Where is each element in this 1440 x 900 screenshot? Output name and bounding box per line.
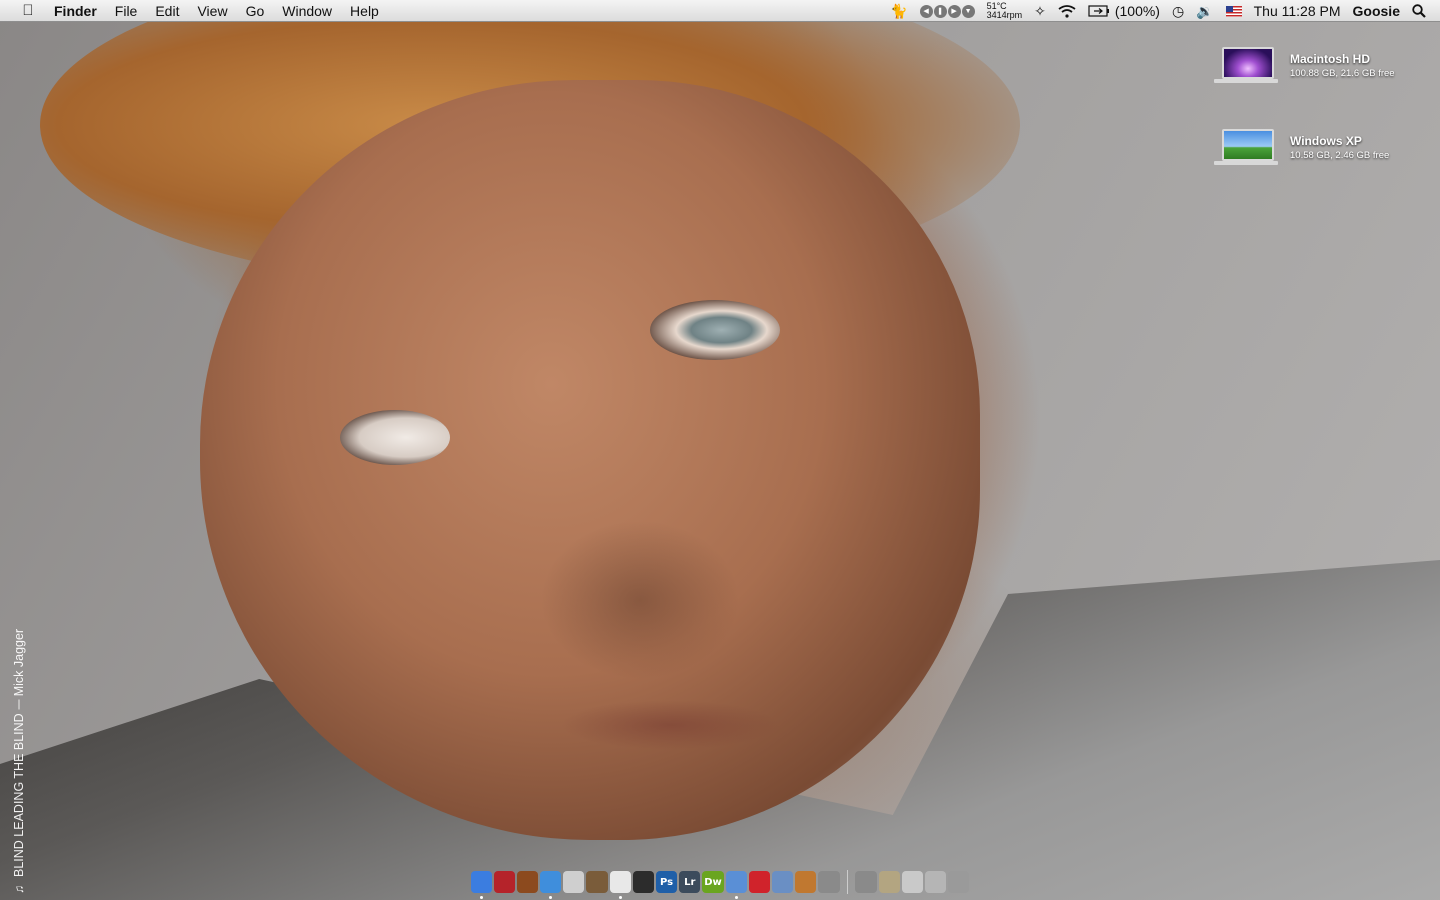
menu-clock[interactable]: Thu 11:28 PM (1248, 0, 1347, 22)
wallpaper-mouth (560, 700, 780, 750)
itunes-icon[interactable] (725, 871, 747, 899)
now-playing-widget: ♫ BLIND LEADING THE BLIND Mick Jagger (8, 574, 26, 894)
drive-name: Windows XP (1290, 134, 1362, 148)
temperature-monitor[interactable]: 51°C 3414rpm (981, 2, 1029, 20)
dreamweaver-icon[interactable]: Dw (702, 871, 724, 893)
menu-view[interactable]: View (188, 0, 236, 22)
lightroom-icon[interactable]: Lr (679, 871, 701, 893)
time-machine-icon[interactable]: ◷ (1166, 0, 1190, 22)
next-track-icon[interactable]: ▶ (947, 4, 961, 18)
applications-folder-icon[interactable] (901, 871, 924, 893)
itunes-menu-icon[interactable]: ▼ (961, 4, 975, 18)
fan-speed-value: 3414rpm (986, 10, 1023, 20)
adium-status-icon[interactable]: 🐈 (884, 0, 913, 22)
bluetooth-icon[interactable]: ✧ (1028, 0, 1052, 22)
xcode-icon[interactable] (771, 871, 794, 893)
wallpaper-eye-right (650, 300, 780, 360)
itunes-controls[interactable]: ◀ ❚ ▶ ▼ (914, 4, 981, 18)
aperture-icon[interactable] (632, 871, 654, 893)
battery-indicator[interactable]: (100%) (1082, 0, 1166, 22)
finder-icon[interactable] (470, 871, 492, 899)
safari-icon[interactable] (540, 871, 562, 899)
drive-info: 100.88 GB, 21.6 GB free (1290, 68, 1395, 79)
trash-icon[interactable] (948, 871, 970, 893)
hard-drive-icon (1214, 47, 1278, 83)
menu-bar:  Finder File Edit View Go Window Help 🐈… (0, 0, 1440, 22)
menu-app-name[interactable]: Finder (52, 0, 106, 22)
menu-edit[interactable]: Edit (146, 0, 188, 22)
dock: Ps Lr Dw (470, 864, 970, 900)
status-menus: 🐈 ◀ ❚ ▶ ▼ 51°C 3414rpm ✧ (100%) ◷ 🔉 Thu … (884, 0, 1440, 22)
now-playing-track: BLIND LEADING THE BLIND (12, 713, 26, 877)
battery-icon (1088, 5, 1109, 17)
printer-icon[interactable] (925, 871, 947, 893)
wifi-icon[interactable] (1052, 0, 1082, 22)
flickr-uploadr-icon[interactable] (609, 871, 631, 899)
now-playing-separator (18, 699, 20, 710)
adium-icon[interactable] (516, 871, 539, 893)
previous-track-icon[interactable]: ◀ (919, 4, 933, 18)
battery-percent: (100%) (1114, 3, 1160, 19)
growl-icon[interactable] (563, 871, 585, 893)
drive-macintosh-hd[interactable]: Macintosh HD 100.88 GB, 21.6 GB free (1214, 47, 1424, 87)
drive-windows-xp[interactable]: Windows XP 10.58 GB, 2.46 GB free (1214, 129, 1424, 169)
volume-icon[interactable]: 🔉 (1190, 0, 1219, 22)
menu-help[interactable]: Help (341, 0, 388, 22)
music-note-icon: ♫ (12, 885, 26, 894)
apple-menu-icon[interactable]:  (18, 2, 38, 19)
user-menu[interactable]: Goosie (1347, 0, 1406, 22)
system-preferences-icon[interactable] (818, 871, 840, 893)
iphoto-icon[interactable] (586, 871, 608, 893)
menu-file[interactable]: File (106, 0, 147, 22)
menu-go[interactable]: Go (237, 0, 274, 22)
photoshop-icon[interactable]: Ps (656, 871, 678, 893)
drive-info: 10.58 GB, 2.46 GB free (1290, 150, 1390, 161)
documents-stack-icon[interactable] (855, 871, 877, 893)
drive-name: Macintosh HD (1290, 52, 1371, 66)
now-playing-artist: Mick Jagger (12, 628, 26, 697)
menu-window[interactable]: Window (273, 0, 341, 22)
wallpaper-nose-shadow (540, 520, 740, 680)
preview-icon[interactable] (795, 871, 817, 893)
pause-icon[interactable]: ❚ (933, 4, 947, 18)
address-book-icon[interactable] (493, 871, 515, 893)
wallpaper-eye-left (340, 410, 450, 465)
input-menu-flag-icon[interactable] (1220, 0, 1248, 22)
spotlight-search-icon[interactable] (1406, 0, 1440, 22)
downloads-folder-icon[interactable] (878, 871, 900, 893)
dock-separator (847, 870, 848, 894)
lastfm-icon[interactable] (748, 871, 770, 893)
hard-drive-icon (1214, 129, 1278, 165)
